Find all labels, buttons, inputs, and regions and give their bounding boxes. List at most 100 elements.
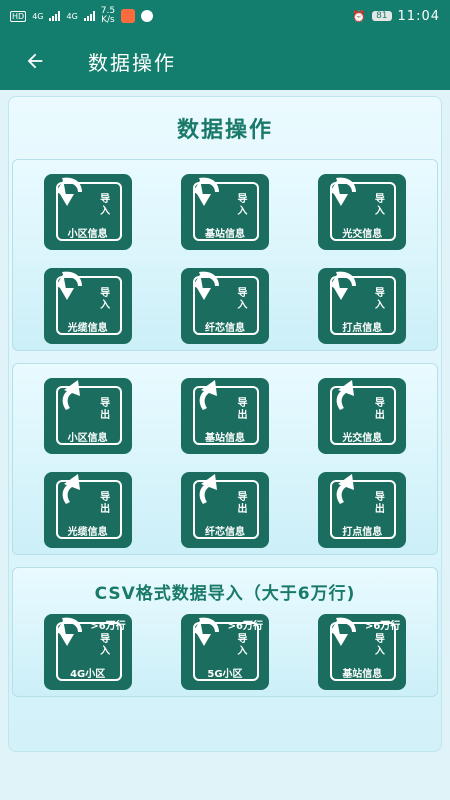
import-arrow-icon	[330, 271, 357, 300]
battery-icon: 81	[372, 11, 392, 21]
tile-cell: 导出基站信息	[156, 378, 293, 454]
import-tile-button[interactable]: >6万行导入 4G小区	[43, 614, 132, 690]
export-grid: 导出 小区信息 导出 基站信息 导出 光交信息 导出 光缆信息 导出 纤芯信息 导出 打点信息	[19, 378, 431, 548]
data-operation-panel: 数据操作 导入 小区信息 导入 基站信息 导入 光交信息 导入 光缆信息 导入 纤芯信息 导入 打点信…	[8, 96, 442, 752]
import-tile-button[interactable]: 导入打点信息	[318, 268, 407, 344]
export-tile-button[interactable]: 导出 光缆信息	[43, 472, 132, 548]
tile-action-text: 导出	[374, 492, 385, 515]
tile-label: 小区信息	[67, 229, 108, 240]
tile-action-text: 导入	[237, 634, 248, 657]
hd-badge: HD	[10, 10, 27, 22]
tile-label: 光交信息	[342, 433, 383, 444]
tile-label: 4G小区	[70, 669, 106, 680]
export-arrow-icon	[199, 380, 217, 410]
tile-label: 基站信息	[204, 433, 245, 444]
tile-action-text: 导入	[237, 288, 248, 311]
import-group: 导入 小区信息 导入 基站信息 导入 光交信息 导入 光缆信息 导入 纤芯信息 导入 打点信息	[12, 159, 438, 351]
tile-action-text: 导出	[100, 492, 111, 515]
export-arrow-icon	[336, 474, 355, 504]
import-grid: 导入 小区信息 导入 基站信息 导入 光交信息 导入 光缆信息 导入 纤芯信息 导入 打点信息	[19, 174, 431, 344]
csv-title: CSV格式数据导入（大于6万行)	[94, 583, 356, 604]
import-tile-button[interactable]: >6万行 导入 基站信息	[318, 614, 407, 690]
import-arrow-icon	[330, 177, 357, 206]
import-tile-button[interactable]: >6万行导入 5G小区	[180, 614, 269, 690]
tile-action-text: 导入	[374, 194, 385, 217]
tile-action-text: 导入	[100, 288, 111, 311]
net-speed-unit: K/s	[101, 15, 115, 25]
tile-caption: >6万行	[90, 621, 126, 632]
tile-label: 基站信息	[204, 229, 245, 240]
lte-label-2: 4G	[66, 11, 78, 21]
app-notification-icon	[121, 9, 136, 23]
import-arrow-icon	[55, 177, 82, 206]
import-tile-button[interactable]: 导入光交信息	[318, 174, 407, 250]
csv-grid: >6万行 导入 4G小区 >6万行 导入 5G小区 >6万行 导入 基站信息	[19, 614, 431, 690]
tile-cell: 导入打点信息	[294, 268, 431, 344]
alarm-icon: ⏰	[352, 9, 367, 23]
tile-label: 5G小区	[207, 669, 243, 680]
export-arrow-icon	[62, 474, 80, 504]
tile-cell: 导出 小区信息	[19, 378, 156, 454]
tile-cell: 导出打点信息	[294, 472, 431, 548]
tile-cell: 导入基站信息	[156, 174, 293, 250]
net-speed: 7.5 K/s	[101, 7, 115, 25]
import-tile-button[interactable]: 导入光缆信息	[43, 268, 132, 344]
export-tile-button[interactable]: 导出 小区信息	[43, 378, 132, 454]
import-arrow-icon	[330, 617, 357, 646]
tile-cell: 导入小区信息	[19, 174, 156, 250]
export-arrow-icon	[199, 474, 217, 504]
export-arrow-icon	[336, 380, 355, 410]
tile-label: 纤芯信息	[204, 527, 245, 538]
tile-cell: 导出 光缆信息	[19, 472, 156, 548]
tile-label: 光缆信息	[67, 323, 108, 334]
tile-cell: 导出纤芯信息	[156, 472, 293, 548]
tile-label: 小区信息	[67, 433, 108, 444]
import-tile-button[interactable]: 导入基站信息	[180, 174, 269, 250]
import-arrow-icon	[193, 271, 219, 300]
tile-action-text: 导入	[374, 288, 385, 311]
export-tile-button[interactable]: 导出 光交信息	[318, 378, 407, 454]
tile-caption: >6万行	[227, 621, 263, 632]
status-bar: HD 4G 4G 7.5 K/s ⏰ 81 11:04	[0, 0, 450, 32]
tile-label: 打点信息	[342, 527, 383, 538]
import-arrow-icon	[193, 177, 219, 206]
tile-label: 打点信息	[342, 323, 383, 334]
export-group: 导出 小区信息 导出 基站信息 导出 光交信息 导出 光缆信息 导出 纤芯信息 导出 打点信息	[12, 363, 438, 555]
export-tile-button[interactable]: 导出打点信息	[318, 472, 407, 548]
csv-import-group: CSV格式数据导入（大于6万行) >6万行 导入 4G小区 >6万行 导入 5G小区 >6万…	[12, 567, 438, 697]
send-notification-icon	[141, 10, 154, 22]
tile-action-text: 导出	[237, 492, 248, 515]
tile-cell: 导入光交信息	[294, 174, 431, 250]
export-tile-button[interactable]: 导出纤芯信息	[180, 472, 269, 548]
lte-label: 4G	[32, 11, 44, 21]
tile-action-text: 导入	[237, 194, 248, 217]
tile-action-text: 导出	[237, 398, 248, 421]
tile-label: 基站信息	[342, 669, 383, 680]
tile-cell: >6万行导入 5G小区	[156, 614, 293, 690]
tile-cell: 导入纤芯信息	[156, 268, 293, 344]
tile-cell: >6万行 导入 基站信息	[294, 614, 431, 690]
tile-action-text: 导入	[100, 634, 111, 657]
import-tile-button[interactable]: 导入纤芯信息	[180, 268, 269, 344]
signal-icon	[49, 11, 61, 21]
import-tile-button[interactable]: 导入小区信息	[43, 174, 132, 250]
export-tile-button[interactable]: 导出基站信息	[180, 378, 269, 454]
tile-label: 纤芯信息	[204, 323, 245, 334]
import-arrow-icon	[55, 271, 82, 300]
import-arrow-icon	[193, 617, 219, 646]
tile-action-text: 导入	[374, 634, 385, 657]
export-arrow-icon	[62, 380, 80, 410]
tile-action-text: 导入	[100, 194, 111, 217]
clock: 11:04	[397, 8, 440, 24]
content: 数据操作 导入 小区信息 导入 基站信息 导入 光交信息 导入 光缆信息 导入 纤芯信息 导入 打点信…	[0, 90, 450, 752]
tile-cell: >6万行导入 4G小区	[19, 614, 156, 690]
import-arrow-icon	[55, 617, 82, 646]
app-bar: 数据操作	[0, 32, 450, 90]
tile-label: 光交信息	[342, 229, 383, 240]
back-button[interactable]	[20, 46, 50, 76]
arrow-left-icon	[27, 53, 43, 69]
tile-cell: 导入光缆信息	[19, 268, 156, 344]
page-title: 数据操作	[88, 50, 176, 75]
panel-title: 数据操作	[176, 118, 273, 143]
tile-cell: 导出 光交信息	[294, 378, 431, 454]
